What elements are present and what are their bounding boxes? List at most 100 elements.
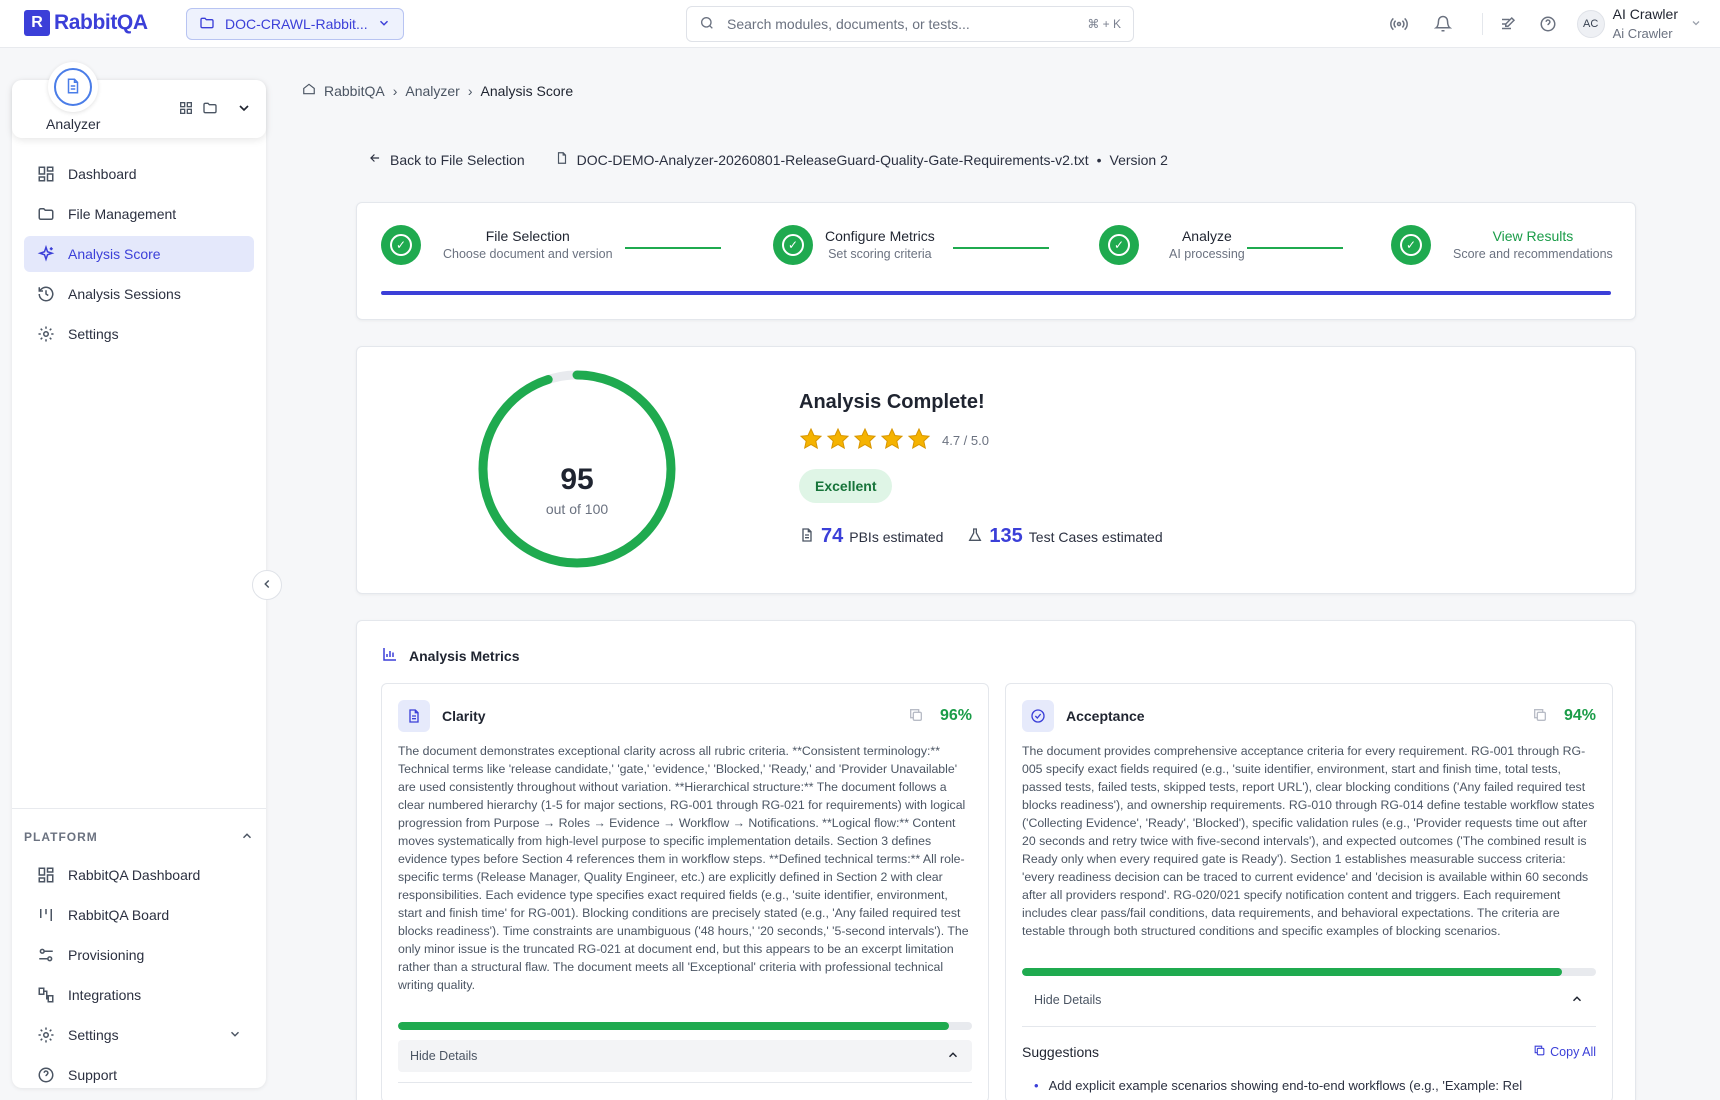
check-circle-icon: ✓ [1391,225,1431,265]
user-menu[interactable]: AI Crawler Ai Crawler [1613,4,1678,44]
metrics-header: Analysis Metrics [381,645,520,666]
topbar-divider [1481,13,1483,35]
check-circle-icon: ✓ [773,225,813,265]
step-title: File Selection [485,228,570,244]
score-out-of: out of 100 [545,501,609,517]
star-rating: 4.7 / 5.0 [799,427,989,454]
folder-open-icon[interactable] [202,100,218,119]
folder-icon [36,204,56,224]
sidebar-item-support[interactable]: Support [24,1057,254,1093]
platform-heading: PLATFORM [24,830,98,844]
sidebar-item-provisioning[interactable]: Provisioning [24,937,254,973]
suggestions-heading: Suggestions [1022,1044,1100,1060]
chevron-left-icon [260,577,274,594]
acceptance-metric-card: Acceptance 94% The document provides com… [1005,683,1613,1100]
star-icon [880,427,904,454]
hide-details-button[interactable]: Hide Details [398,1040,972,1072]
sidebar: Analyzer Dashboard File Management Analy… [12,62,266,1088]
plug-icon [36,985,56,1005]
file-row: Back to File Selection DOC-DEMO-Analyzer… [368,151,1168,168]
test-cases-label: Test Cases estimated [1028,529,1163,545]
folder-icon [199,15,215,34]
board-icon [36,905,56,925]
broadcast-icon[interactable] [1388,13,1410,35]
sidebar-item-label: Settings [68,1027,119,1043]
platform-header[interactable]: PLATFORM [12,817,266,857]
help-icon[interactable] [1537,13,1559,35]
analysis-metrics-card: Analysis Metrics Clarity 96% The documen… [356,620,1636,1100]
sidebar-item-rabbitqa-board[interactable]: RabbitQA Board [24,897,254,933]
analysis-complete-title: Analysis Complete! [799,391,985,413]
search-input[interactable]: Search modules, documents, or tests... ⌘… [686,6,1134,42]
breadcrumb-current: Analysis Score [480,82,574,99]
app-logo[interactable]: R RabbitQA [24,10,148,36]
back-button[interactable]: Back to File Selection [368,151,525,168]
metric-percentage: 94% [1563,707,1596,724]
sidebar-item-label: Integrations [68,987,142,1003]
hide-details-button[interactable]: Hide Details [1022,984,1596,1016]
user-chevron-icon[interactable] [1690,16,1702,32]
platform-section: PLATFORM RabbitQA Dashboard RabbitQA Boa… [12,808,266,1097]
suggestion-item: • Add explicit example scenarios showing… [1034,1078,1596,1093]
suggestions-header: Suggestions Copy All [1022,1044,1596,1060]
flask-icon [967,527,983,546]
file-icon [799,527,815,546]
breadcrumb-item[interactable]: RabbitQA [324,83,385,99]
check-circle-icon: ✓ [381,225,421,265]
copy-all-button[interactable]: Copy All [1533,1044,1596,1060]
metric-percentage: 96% [939,707,972,724]
sidebar-item-analysis-sessions[interactable]: Analysis Sessions [24,276,254,312]
chevron-right-icon: › [392,82,398,99]
chevron-up-icon [1570,992,1584,1009]
sidebar-item-analysis-score[interactable]: Analysis Score [24,236,254,272]
sidebar-item-platform-settings[interactable]: Settings [24,1017,254,1053]
chevron-down-icon[interactable] [236,100,252,119]
user-name: AI Crawler [1612,6,1678,22]
metric-title: Clarity [442,708,486,724]
step-connector [625,247,721,249]
help-icon [36,1065,56,1085]
check-circle-icon [1022,700,1054,732]
avatar[interactable]: AC [1576,10,1605,38]
module-icon-badge [48,62,98,112]
sidebar-item-label: Settings [68,326,119,342]
metric-description: The document demonstrates exceptional cl… [398,744,969,992]
chevron-down-icon [228,1027,242,1044]
search-shortcut: ⌘ + K [1087,17,1121,31]
test-cases-count: 135 [989,525,1023,547]
sidebar-item-settings[interactable]: Settings [24,316,254,352]
pbis-count: 74 [821,525,844,547]
bell-icon[interactable] [1432,13,1454,35]
module-switcher[interactable]: Analyzer [12,62,266,138]
sidebar-item-integrations[interactable]: Integrations [24,977,254,1013]
sliders-icon [36,945,56,965]
home-icon[interactable] [302,82,316,99]
estimates-row: 74 PBIs estimated 135 Test Cases estimat… [799,525,1163,548]
sidebar-item-label: Analysis Sessions [68,286,181,302]
step-subtitle: Choose document and version [443,247,613,261]
tools-icon[interactable] [1497,13,1519,35]
grid-icon[interactable] [178,100,194,119]
hide-details-label: Hide Details [410,1049,478,1063]
metric-progress-bar [1022,968,1596,976]
breadcrumb-item[interactable]: Analyzer [405,83,459,99]
metric-progress-bar [398,1022,972,1030]
star-icon [907,427,931,454]
arrow-left-icon [368,151,382,168]
search-icon [699,15,715,34]
sidebar-item-file-management[interactable]: File Management [24,196,254,232]
copy-icon[interactable] [1532,707,1552,726]
sidebar-nav: Dashboard File Management Analysis Score… [24,156,254,356]
copy-icon[interactable] [908,707,928,726]
collapse-sidebar-button[interactable] [252,570,282,600]
step-view-results[interactable]: ✓ View Results Score and recommendations [1391,225,1613,265]
sidebar-item-label: Support [68,1067,118,1083]
sidebar-item-label: Dashboard [68,166,137,182]
document-selector[interactable]: DOC-CRAWL-Rabbit... [186,8,404,40]
top-bar: R RabbitQA DOC-CRAWL-Rabbit... Search mo… [0,0,1720,48]
step-file-selection: ✓ File Selection Choose document and ver… [381,225,613,265]
sidebar-item-dashboard[interactable]: Dashboard [24,156,254,192]
pbis-label: PBIs estimated [849,529,944,545]
sidebar-item-rabbitqa-dashboard[interactable]: RabbitQA Dashboard [24,857,254,893]
document-selector-label: DOC-CRAWL-Rabbit... [225,16,367,32]
